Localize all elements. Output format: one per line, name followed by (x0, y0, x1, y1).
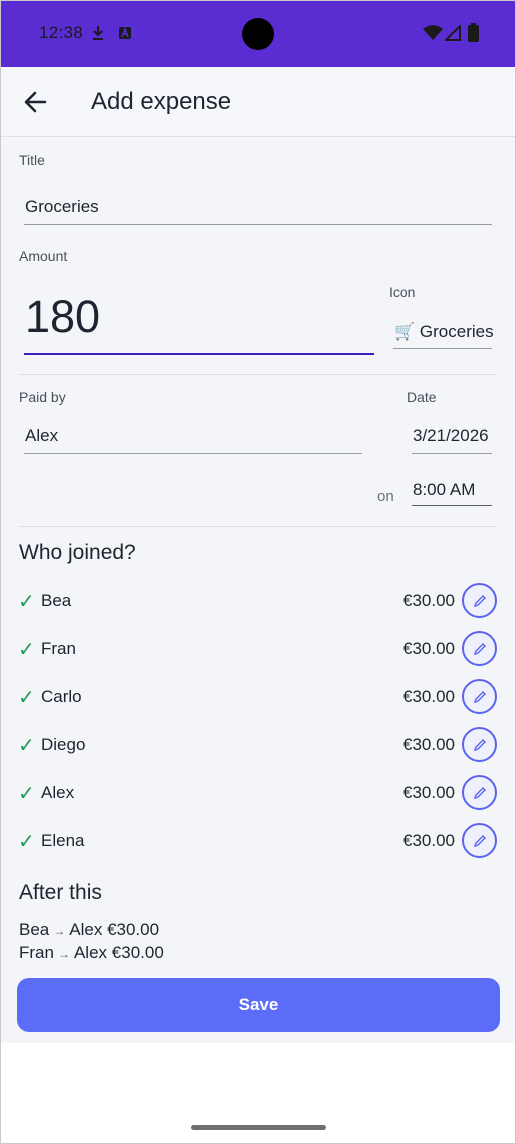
icon-field[interactable]: 🛒 Groceries (393, 310, 494, 349)
member-row[interactable]: ✓ Bea €30.00 (1, 577, 515, 625)
paid-by-label: Paid by (19, 389, 66, 405)
settlement-from: Bea (19, 920, 50, 939)
notification-a-icon (119, 26, 131, 39)
screen: 12:38 Add expense Title Groceries Amount… (0, 0, 516, 1144)
member-row[interactable]: ✓ Elena €30.00 (1, 817, 515, 865)
signal-icon (445, 25, 461, 41)
status-bar: 12:38 (1, 1, 515, 67)
paid-by-field[interactable]: Alex (24, 416, 362, 454)
icon-value: Groceries (419, 322, 494, 341)
member-amount: €30.00 (403, 687, 455, 706)
check-icon: ✓ (18, 591, 35, 613)
member-row[interactable]: ✓ Diego €30.00 (1, 721, 515, 769)
pencil-icon (473, 739, 486, 752)
member-name: Alex (41, 783, 75, 802)
edit-share-button[interactable] (462, 727, 497, 762)
member-row[interactable]: ✓ Alex €30.00 (1, 769, 515, 817)
edit-share-button[interactable] (462, 775, 497, 810)
app-bar: Add expense (1, 67, 515, 137)
check-icon: ✓ (18, 783, 35, 805)
amount-label: Amount (19, 248, 68, 264)
edit-share-button[interactable] (462, 583, 497, 618)
date-label: Date (407, 389, 437, 405)
back-button[interactable] (19, 85, 53, 119)
settlement-to: Alex (73, 943, 108, 962)
home-indicator[interactable] (191, 1125, 326, 1130)
paid-by-value: Alex (25, 426, 59, 445)
battery-icon (468, 23, 479, 42)
divider (19, 526, 497, 527)
arrow-back-icon (24, 91, 47, 113)
settlement-amount: €30.00 (111, 943, 164, 962)
edit-share-button[interactable] (462, 823, 497, 858)
check-icon: ✓ (18, 687, 35, 709)
front-camera (242, 18, 274, 50)
edit-share-button[interactable] (462, 631, 497, 666)
date-field[interactable]: 3/21/2026 (412, 416, 492, 454)
edit-share-button[interactable] (462, 679, 497, 714)
member-name: Fran (41, 639, 76, 658)
member-row[interactable]: ✓ Carlo €30.00 (1, 673, 515, 721)
time-field[interactable]: 8:00 AM (412, 473, 492, 506)
arrow-right-icon: → (53, 924, 66, 938)
time-value: 8:00 AM (413, 480, 476, 499)
member-amount: €30.00 (403, 591, 455, 610)
pencil-icon (473, 835, 486, 848)
member-name: Diego (41, 735, 86, 754)
pencil-icon (473, 691, 486, 704)
on-label: on (377, 488, 394, 505)
pencil-icon (473, 643, 486, 656)
amount-field[interactable]: 180 (24, 278, 374, 355)
save-button[interactable]: Save (17, 978, 500, 1032)
member-amount: €30.00 (403, 735, 455, 754)
settlement-line: Fran → Alex €30.00 (19, 943, 164, 963)
check-icon: ✓ (18, 831, 35, 853)
check-icon: ✓ (18, 639, 35, 661)
status-time: 12:38 (39, 23, 84, 42)
title-field[interactable]: Groceries (24, 180, 492, 225)
member-row[interactable]: ✓ Fran €30.00 (1, 625, 515, 673)
navigation-bar (1, 1043, 515, 1143)
member-amount: €30.00 (403, 831, 455, 850)
member-name: Bea (41, 591, 72, 610)
settlement-amount: €30.00 (107, 920, 160, 939)
member-amount: €30.00 (403, 783, 455, 802)
settlement-line: Bea → Alex €30.00 (19, 920, 159, 940)
title-value: Groceries (25, 197, 99, 216)
date-value: 3/21/2026 (413, 426, 489, 445)
settlement-to: Alex (69, 920, 103, 939)
member-amount: €30.00 (403, 639, 455, 658)
member-name: Elena (41, 831, 85, 850)
cart-icon: 🛒 (394, 322, 416, 341)
download-icon (93, 26, 103, 40)
title-label: Title (19, 152, 45, 168)
wifi-icon (423, 25, 443, 40)
arrow-right-icon: → (57, 947, 70, 961)
icon-label: Icon (389, 284, 416, 300)
who-joined-title: Who joined? (19, 541, 136, 564)
amount-value: 180 (25, 291, 101, 342)
pencil-icon (473, 787, 486, 800)
check-icon: ✓ (18, 735, 35, 757)
member-name: Carlo (41, 687, 82, 706)
page-title: Add expense (91, 88, 232, 115)
expense-form: Title Groceries Amount 180 Icon 🛒 Grocer… (1, 138, 515, 1043)
settlement-from: Fran (19, 943, 54, 962)
divider (19, 374, 497, 375)
pencil-icon (473, 595, 486, 608)
after-this-title: After this (19, 881, 102, 904)
